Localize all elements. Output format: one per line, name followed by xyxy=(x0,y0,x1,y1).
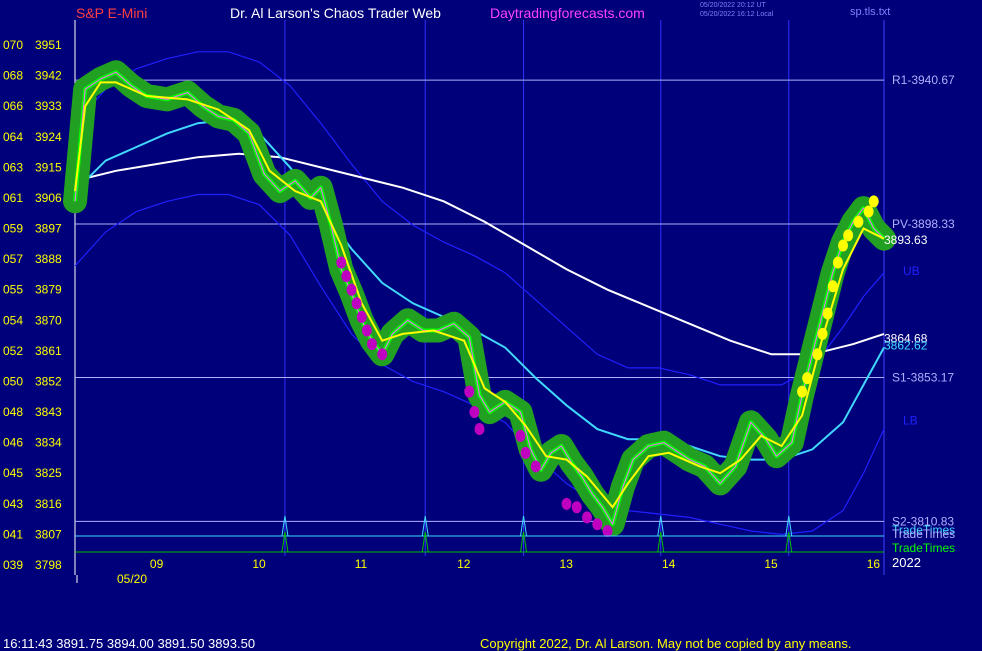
y-tick-code: 061 xyxy=(3,191,23,205)
bullish-dot xyxy=(853,215,864,228)
bearish-dot xyxy=(602,525,613,538)
bullish-dot xyxy=(838,239,849,252)
bearish-dot xyxy=(336,256,347,269)
y-tick-price: 3834 xyxy=(35,436,62,450)
bearish-dot xyxy=(520,446,531,459)
bearish-dot xyxy=(377,348,388,361)
bearish-dot xyxy=(561,497,572,510)
y-tick-code: 055 xyxy=(3,283,23,297)
last-quote: 16:11:43 3891.75 3894.00 3891.50 3893.50 xyxy=(3,636,256,651)
year-label: 2022 xyxy=(892,555,921,570)
bearish-dot xyxy=(474,423,485,436)
y-tick-price: 3807 xyxy=(35,527,62,541)
y-tick-code: 063 xyxy=(3,160,23,174)
y-tick-price: 3825 xyxy=(35,466,62,480)
y-tick-price: 3942 xyxy=(35,69,62,83)
value-label: 3893.63 xyxy=(884,233,928,247)
y-tick-code: 046 xyxy=(3,436,23,450)
bullish-dot xyxy=(863,205,874,218)
y-tick-price: 3951 xyxy=(35,38,62,52)
pivot-level-label: R1-3940.67 xyxy=(892,73,955,87)
long-ma-line xyxy=(74,152,885,356)
y-tick-code: 070 xyxy=(3,38,23,52)
y-tick-price: 3915 xyxy=(35,160,62,174)
y-tick-code: 039 xyxy=(3,558,23,572)
bullish-dot xyxy=(822,307,833,320)
y-tick-price: 3897 xyxy=(35,222,62,236)
y-tick-price: 3852 xyxy=(35,374,62,388)
copyright-notice: Copyright 2022, Dr. Al Larson. May not b… xyxy=(480,636,852,651)
y-tick-price: 3816 xyxy=(35,497,62,511)
y-tick-price: 3870 xyxy=(35,313,62,327)
trade-times-label: TradeTimes xyxy=(892,527,955,541)
bearish-dot xyxy=(356,310,367,323)
bearish-dot xyxy=(592,518,603,531)
bullish-dot xyxy=(827,280,838,293)
x-tick-hour: 15 xyxy=(764,557,778,571)
x-tick-hour: 14 xyxy=(662,557,676,571)
y-tick-code: 068 xyxy=(3,69,23,83)
bearish-dot xyxy=(469,406,480,419)
y-tick-code: 043 xyxy=(3,497,23,511)
bearish-dot xyxy=(515,429,526,442)
x-tick-hour: 09 xyxy=(150,557,164,571)
y-tick-price: 3888 xyxy=(35,252,62,266)
bearish-dot xyxy=(361,324,372,337)
y-tick-code: 064 xyxy=(3,130,23,144)
bearish-dot xyxy=(341,270,352,283)
pivot-level-label: PV-3898.33 xyxy=(892,217,955,231)
bullish-dot xyxy=(797,385,808,398)
band-label: LB xyxy=(903,414,918,428)
bearish-dot xyxy=(530,460,541,473)
bullish-dot xyxy=(832,256,843,269)
bearish-dot xyxy=(571,501,582,514)
y-tick-code: 052 xyxy=(3,344,23,358)
x-tick-hour: 11 xyxy=(355,557,368,571)
bullish-dot xyxy=(812,348,823,361)
bullish-dot xyxy=(802,372,813,385)
bearish-dot xyxy=(366,338,377,351)
pivot-level-label: S1-3853.17 xyxy=(892,370,954,384)
y-tick-price: 3879 xyxy=(35,283,62,297)
x-tick-hour: 13 xyxy=(560,557,574,571)
bullish-dot xyxy=(868,195,879,208)
x-date-label: 05/20 xyxy=(117,572,147,586)
trade-times-label: TradeTimes xyxy=(892,541,955,555)
x-tick-hour: 12 xyxy=(457,557,471,571)
y-tick-price: 3924 xyxy=(35,130,62,144)
x-tick-hour: 16 xyxy=(867,557,881,571)
y-tick-code: 066 xyxy=(3,99,23,113)
y-tick-code: 041 xyxy=(3,527,23,541)
bearish-dot xyxy=(464,385,475,398)
y-tick-price: 3798 xyxy=(35,558,62,572)
bearish-dot xyxy=(582,511,593,524)
y-tick-price: 3933 xyxy=(35,99,62,113)
price-halo xyxy=(63,60,896,537)
y-tick-code: 048 xyxy=(3,405,23,419)
y-tick-code: 054 xyxy=(3,313,23,327)
bearish-dot xyxy=(346,283,357,296)
bullish-dot xyxy=(843,229,854,242)
value-label: 3862.62 xyxy=(884,338,928,352)
bearish-dot xyxy=(351,297,362,310)
band-label: UB xyxy=(903,264,920,278)
y-tick-code: 045 xyxy=(3,466,23,480)
y-tick-code: 057 xyxy=(3,252,23,266)
price-chart: 070 3951 068 3942 066 3933 064 3924 063 3915 061 39… xyxy=(3,20,955,586)
y-tick-price: 3843 xyxy=(35,405,62,419)
y-tick-code: 050 xyxy=(3,374,23,388)
x-tick-hour: 10 xyxy=(252,557,266,571)
y-tick-price: 3906 xyxy=(35,191,62,205)
y-tick-price: 3861 xyxy=(35,344,62,358)
y-tick-code: 059 xyxy=(3,222,23,236)
bullish-dot xyxy=(817,327,828,340)
